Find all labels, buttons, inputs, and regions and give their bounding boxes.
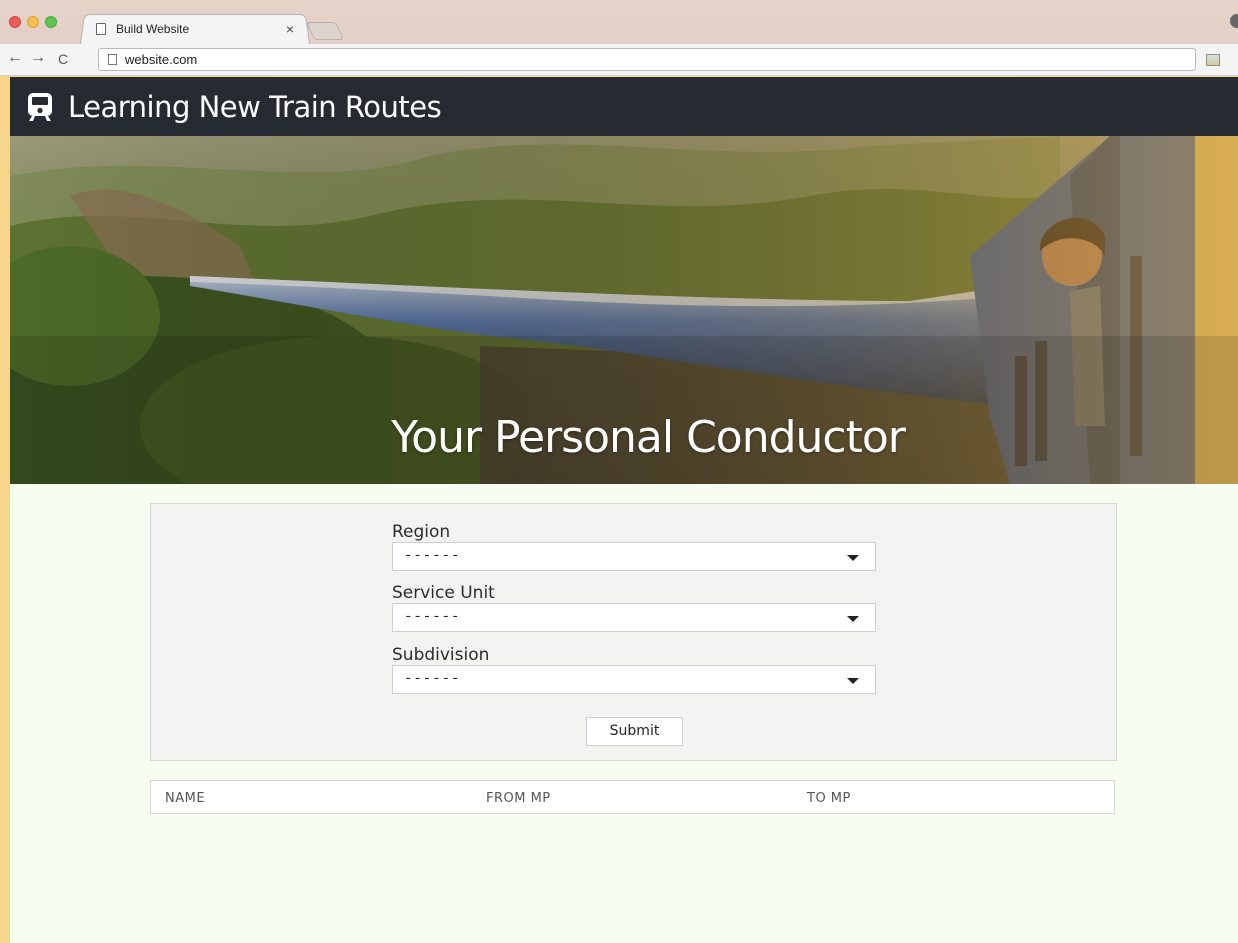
region-select-value: ------	[404, 548, 461, 564]
caret-down-icon	[847, 616, 859, 622]
subdivision-label: Subdivision	[392, 645, 490, 665]
maximize-window-button[interactable]	[45, 16, 57, 28]
browser-tab-bar: Build Website ×	[0, 0, 1238, 44]
browser-toolbar: ← → C website.com	[0, 44, 1238, 76]
new-tab-button[interactable]	[305, 22, 345, 40]
hero-banner: Your Personal Conductor	[10, 136, 1238, 484]
submit-button[interactable]: Submit	[586, 717, 683, 746]
page-viewport: Learning New Train Routes Your Personal …	[10, 77, 1238, 943]
hero-title: Your Personal Conductor	[391, 412, 906, 463]
caret-down-icon	[847, 678, 859, 684]
extension-icon[interactable]	[1206, 54, 1220, 66]
column-header-to-mp[interactable]: TO MP	[807, 791, 851, 806]
tab-close-icon[interactable]: ×	[282, 21, 298, 37]
close-window-button[interactable]	[9, 16, 21, 28]
app-navbar: Learning New Train Routes	[10, 77, 1238, 136]
page-info-icon[interactable]	[108, 54, 117, 65]
browser-tab-content[interactable]: Build Website ×	[92, 18, 306, 40]
back-icon[interactable]: ←	[6, 49, 24, 67]
train-icon	[28, 92, 52, 121]
column-header-name[interactable]: NAME	[165, 791, 205, 806]
region-select[interactable]: ------	[392, 542, 876, 571]
app-brand-title[interactable]: Learning New Train Routes	[68, 90, 442, 124]
results-table-header: NAME FROM MP TO MP	[150, 780, 1115, 814]
forward-icon[interactable]: →	[29, 49, 47, 67]
minimize-window-button[interactable]	[27, 16, 39, 28]
tab-title: Build Website	[116, 22, 190, 36]
service-unit-select-value: ------	[404, 609, 461, 625]
address-url[interactable]: website.com	[125, 52, 197, 67]
reload-icon[interactable]: C	[54, 51, 72, 67]
subdivision-select-value: ------	[404, 671, 461, 687]
caret-down-icon	[847, 555, 859, 561]
subdivision-select[interactable]: ------	[392, 665, 876, 694]
profile-icon[interactable]	[1230, 14, 1238, 28]
address-bar[interactable]: website.com	[98, 48, 1196, 71]
route-search-form: Region ------ Service Unit ------ Subdiv…	[150, 503, 1117, 761]
service-unit-label: Service Unit	[392, 583, 495, 603]
region-label: Region	[392, 522, 451, 542]
service-unit-select[interactable]: ------	[392, 603, 876, 632]
document-icon	[96, 23, 106, 35]
column-header-from-mp[interactable]: FROM MP	[486, 791, 551, 806]
